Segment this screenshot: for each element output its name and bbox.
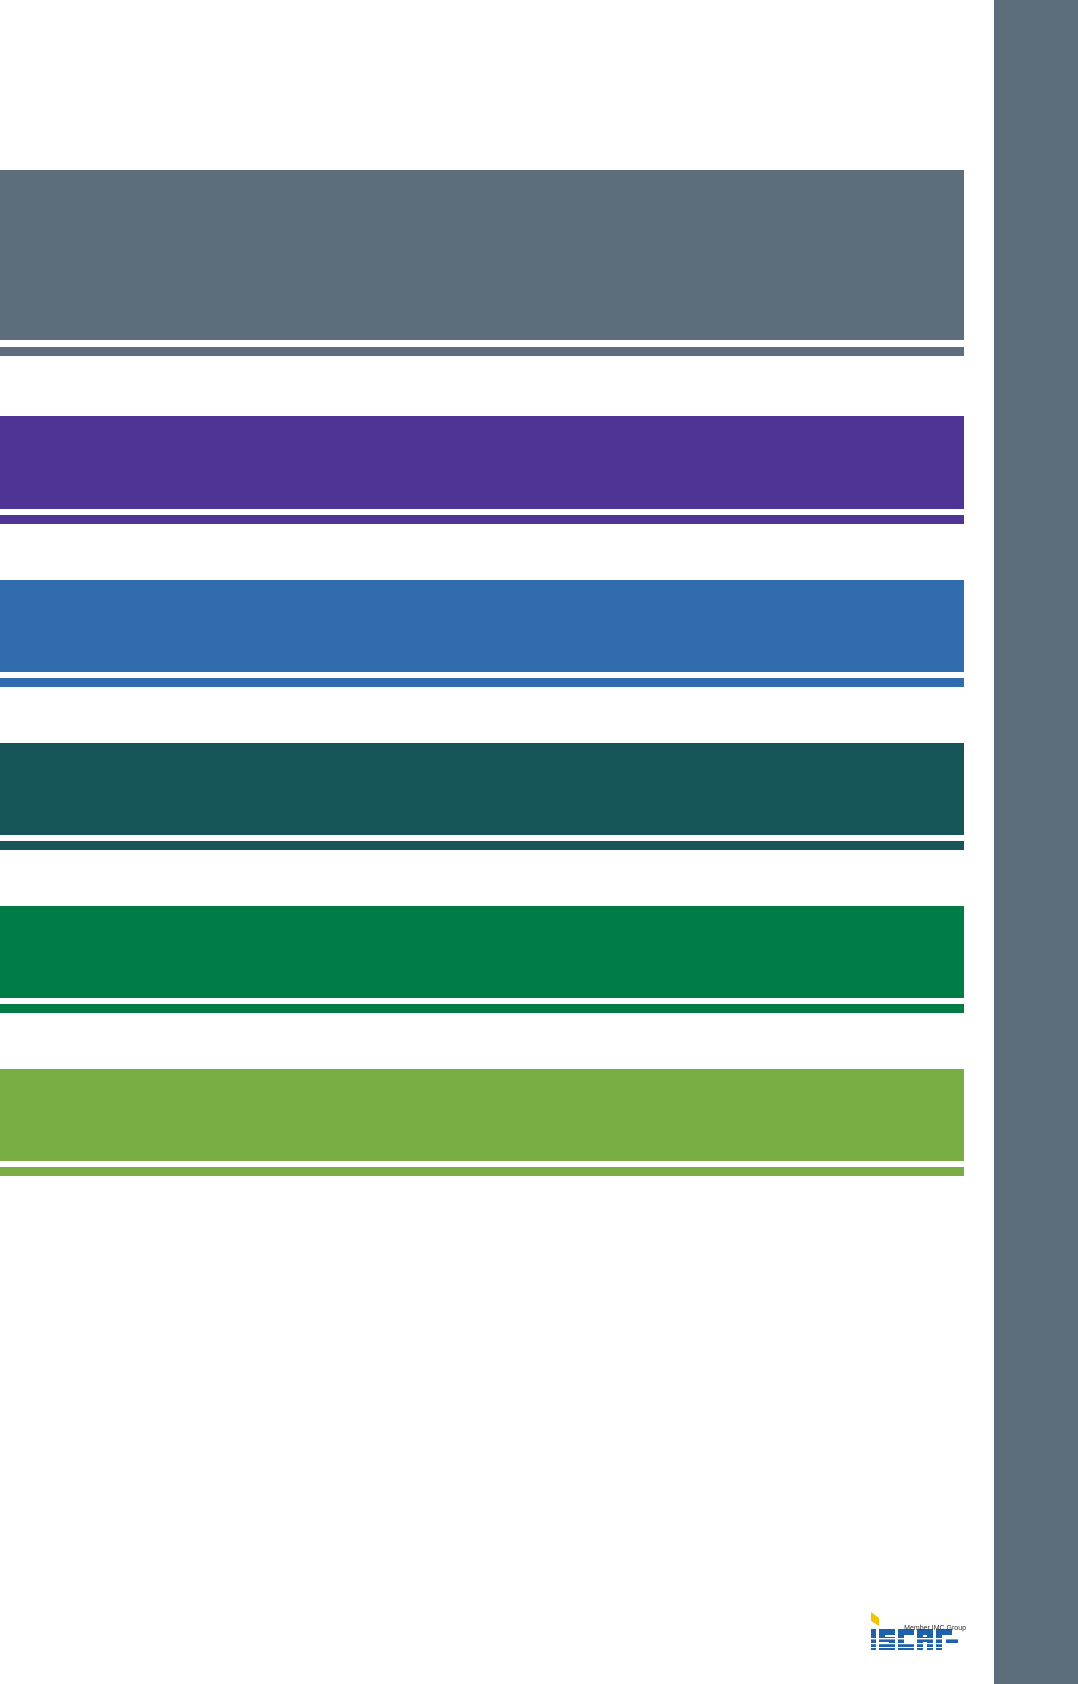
color-band (0, 743, 964, 850)
band-stripe (0, 841, 964, 850)
band-stripe (0, 515, 964, 524)
color-bands (0, 0, 964, 1684)
color-band (0, 170, 964, 357)
logo-tagline: Member IMC Group (904, 1625, 966, 1632)
band-main (0, 416, 964, 509)
band-stripe (0, 1167, 964, 1176)
side-tab (994, 0, 1078, 1684)
band-main (0, 580, 964, 672)
band-stripe (0, 678, 964, 687)
band-stripe (0, 1004, 964, 1013)
color-band (0, 906, 964, 1013)
color-band (0, 1069, 964, 1176)
band-main (0, 906, 964, 998)
band-stripe (0, 347, 964, 356)
color-band (0, 580, 964, 687)
band-main (0, 1069, 964, 1161)
band-main (0, 170, 964, 340)
iscar-logo-icon (871, 1612, 961, 1650)
iscar-logo: Member IMC Group (868, 1612, 966, 1656)
band-main (0, 743, 964, 835)
color-band (0, 416, 964, 524)
